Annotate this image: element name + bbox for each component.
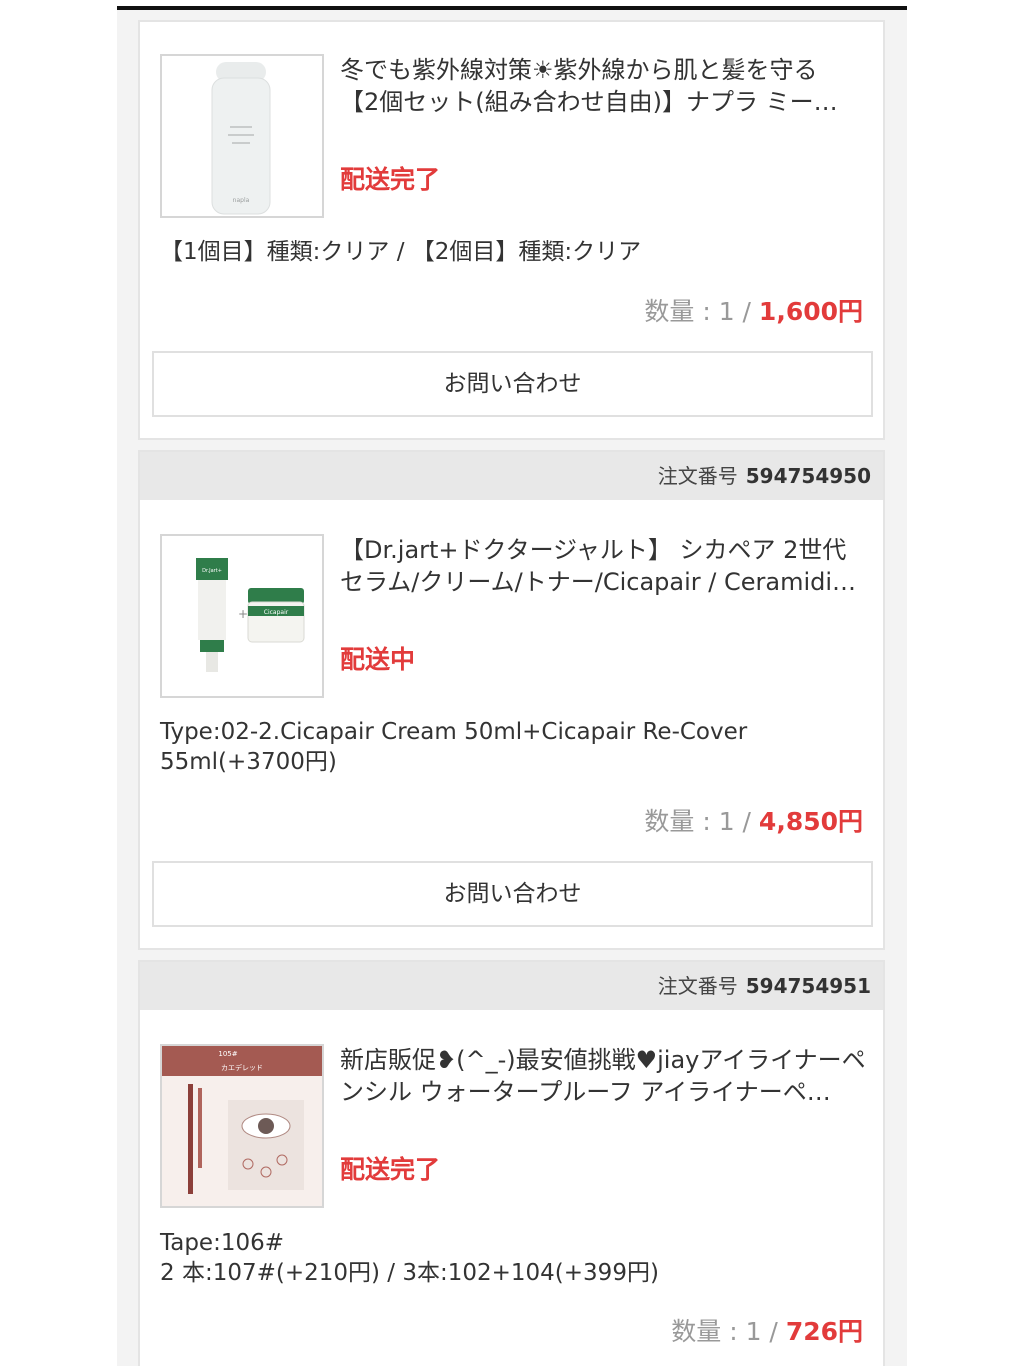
option-line-1: Type:02-2.Cicapair Cream 50ml+Cicapair R… [160, 719, 748, 745]
product-title[interactable]: 【Dr.jart+ドクタージャルト】 シカペア 2世代 セラム/クリーム/トナー… [340, 534, 868, 598]
eyeliner-code-text: 105# [218, 1050, 237, 1058]
product-title[interactable]: 新店販促❥(^_-)最安値挑戦♥jiayアイライナーペ ンシル ウォータープルー… [340, 1044, 868, 1108]
product-title-line-2: ンシル ウォータープルーフ アイライナーペ… [340, 1078, 831, 1106]
order-number-label: 注文番号 [657, 974, 738, 998]
product-title-line-1: 【Dr.jart+ドクタージャルト】 シカペア 2世代 [340, 536, 847, 564]
quantity-label: 数量 : 1 / [644, 807, 759, 836]
product-thumbnail-eyeliner[interactable]: 105# カエデレッド [160, 1044, 324, 1208]
product-options: Type:02-2.Cicapair Cream 50ml+Cicapair R… [160, 717, 860, 777]
svg-text:+: + [238, 607, 248, 621]
quantity-label: 数量 : 1 / [671, 1317, 786, 1346]
quantity-price: 数量 : 1 / 1,600円 [644, 292, 863, 328]
order-header: 注文番号 594754950 [140, 452, 883, 500]
eyeliner-image: 105# カエデレッド [162, 1046, 322, 1206]
product-title-line-1: 新店販促❥(^_-)最安値挑戦♥jiayアイライナーペ [340, 1046, 866, 1074]
tube-brand-text: Dr.Jart+ [202, 568, 222, 574]
option-line-2: 55ml(+3700円) [160, 749, 337, 775]
price: 726円 [785, 1317, 863, 1346]
cicapair-products-image: Dr.Jart+ + Cicapair [162, 536, 322, 696]
price: 1,600円 [758, 297, 863, 326]
option-line-2: 2 本:107#(+210円) / 3本:102+104(+399円) [160, 1260, 659, 1286]
price: 4,850円 [758, 807, 863, 836]
delivery-status: 配送中 [340, 645, 416, 674]
order-card-1: napla 冬でも紫外線対策☀紫外線から肌と髪を守る 【2個セット(組み合わせ自… [138, 20, 885, 440]
product-title-line-2: セラム/クリーム/トナー/Cicapair / Ceramidin… [340, 568, 868, 596]
jar-label-text: Cicapair [264, 609, 289, 616]
product-title-line-1: 冬でも紫外線対策☀紫外線から肌と髪を守る [340, 56, 818, 84]
quantity-label: 数量 : 1 / [644, 297, 759, 326]
quantity-price: 数量 : 1 / 4,850円 [644, 802, 863, 838]
order-card-2: 注文番号 594754950 Dr.Jart+ + Cicapair 【Dr.ja… [138, 450, 885, 950]
order-card-3: 注文番号 594754951 105# カエデレッド 新店販促❥(^_-)最安値挑… [138, 960, 885, 1366]
order-header: 注文番号 594754951 [140, 962, 883, 1010]
inquiry-button[interactable]: お問い合わせ [152, 351, 873, 417]
product-thumbnail-napla[interactable]: napla [160, 54, 324, 218]
inquiry-button[interactable]: お問い合わせ [152, 861, 873, 927]
product-title-line-2: 【2個セット(組み合わせ自由)】ナプラ ミー… [340, 88, 838, 116]
product-options: 【1個目】種類:クリア / 【2個目】種類:クリア [160, 237, 860, 267]
option-line-1: Tape:106# [160, 1230, 285, 1256]
quantity-price: 数量 : 1 / 726円 [671, 1312, 863, 1348]
option-line-1: 【1個目】種類:クリア / 【2個目】種類:クリア [160, 239, 642, 265]
spray-bottle-image: napla [162, 56, 322, 216]
order-number: 594754950 [745, 464, 871, 488]
product-title[interactable]: 冬でも紫外線対策☀紫外線から肌と髪を守る 【2個セット(組み合わせ自由)】ナプラ… [340, 54, 868, 118]
bottle-brand-text: napla [233, 197, 250, 204]
order-number: 594754951 [745, 974, 871, 998]
delivery-status: 配送完了 [340, 165, 441, 194]
order-number-label: 注文番号 [657, 464, 738, 488]
product-options: Tape:106# 2 本:107#(+210円) / 3本:102+104(+… [160, 1228, 860, 1288]
delivery-status: 配送完了 [340, 1155, 441, 1184]
eyeliner-name-text: カエデレッド [221, 1063, 263, 1072]
product-thumbnail-drjart[interactable]: Dr.Jart+ + Cicapair [160, 534, 324, 698]
